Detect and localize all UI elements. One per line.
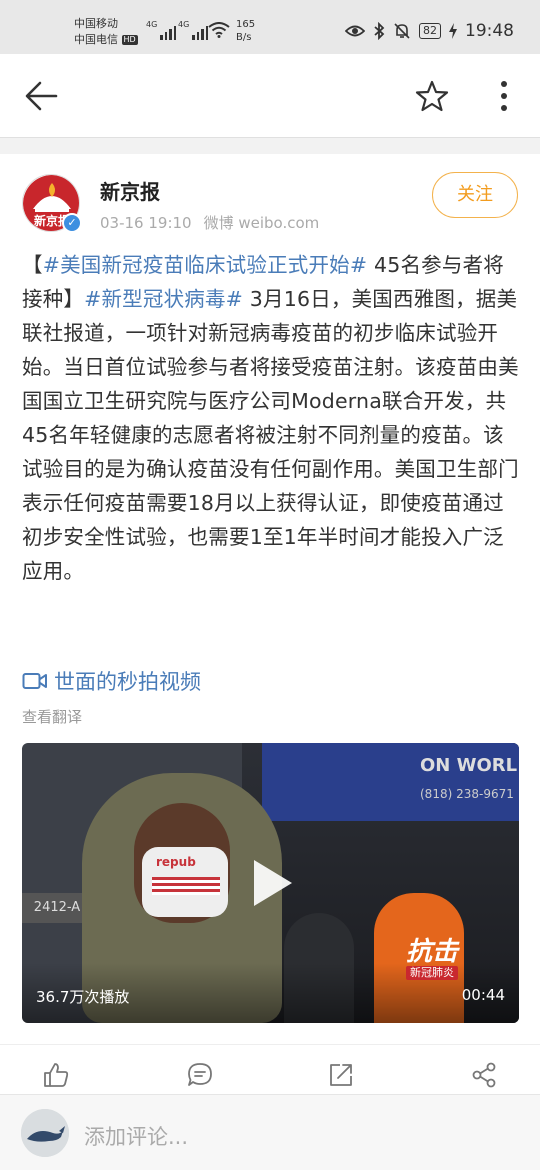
video-mask-text: repub	[156, 855, 196, 869]
brand-title: 抗击	[406, 937, 459, 967]
whale-avatar-icon	[21, 1109, 69, 1157]
eye-icon	[345, 25, 365, 37]
speed-value: 165	[236, 19, 256, 30]
carrier-info: 中国移动 中国电信 HD	[74, 16, 138, 48]
battery-icon: 82	[419, 23, 441, 39]
video-link[interactable]: 世面的秒拍视频	[22, 666, 201, 696]
network-speed: 165 B/s	[236, 18, 255, 44]
video-camera-icon	[22, 673, 47, 689]
video-brand-watermark: 抗击 新冠肺炎	[406, 937, 459, 980]
more-vertical-icon[interactable]	[490, 78, 518, 114]
back-arrow-icon[interactable]	[22, 78, 62, 114]
post-meta: 03-16 19:10 微博 weibo.com	[100, 212, 319, 233]
bracket-open: 【	[22, 253, 43, 277]
mute-icon	[394, 23, 410, 39]
speed-unit: B/s	[236, 32, 252, 43]
comment-input[interactable]: 添加评论...	[84, 1121, 188, 1151]
video-player[interactable]: ON WORL (818) 238-9671 2412-A repub 抗击 新…	[22, 743, 519, 1023]
comment-bar: 添加评论...	[0, 1094, 540, 1170]
post-actions	[0, 1044, 540, 1094]
topic-link-coronavirus[interactable]: #新型冠状病毒#	[84, 287, 243, 311]
signal-icon: 4G	[146, 20, 177, 40]
network-type-2: 4G	[178, 20, 190, 29]
weibo-post-card: 新京报 ✓ 新京报 03-16 19:10 微博 weibo.com 关注 【#美…	[0, 154, 540, 1094]
hd-badge: HD	[121, 35, 138, 45]
video-duration: 00:44	[461, 986, 505, 1004]
user-avatar[interactable]	[21, 1109, 69, 1157]
like-icon[interactable]	[42, 1061, 70, 1089]
wifi-icon	[208, 22, 230, 38]
post-text-part-2: 3月16日，美国西雅图，据美联社报道，一项针对新冠病毒疫苗的初步临床试验开始。当…	[22, 287, 519, 583]
brand-subtitle: 新冠肺炎	[406, 966, 459, 980]
repost-icon[interactable]	[327, 1061, 355, 1089]
status-bar: 中国移动 中国电信 HD 4G 4G 165 B/s 82 19:48	[0, 0, 540, 54]
video-awning-text: ON WORL	[420, 755, 518, 776]
status-right: 82 19:48	[345, 21, 514, 41]
bluetooth-icon	[374, 22, 385, 40]
share-icon[interactable]	[470, 1061, 498, 1089]
video-awning-phone: (818) 238-9671	[420, 787, 514, 801]
translate-link[interactable]: 查看翻译	[22, 706, 82, 727]
carrier-1: 中国移动	[74, 17, 118, 30]
video-link-label: 世面的秒拍视频	[54, 670, 201, 694]
top-nav-bar	[0, 54, 540, 138]
star-icon[interactable]	[414, 78, 450, 114]
clock: 19:48	[465, 21, 514, 41]
play-icon[interactable]	[254, 860, 292, 906]
verified-badge-icon: ✓	[62, 213, 82, 233]
author-name[interactable]: 新京报	[100, 176, 160, 205]
comment-icon[interactable]	[186, 1061, 214, 1089]
network-type-1: 4G	[146, 20, 158, 29]
topic-link-vaccine-trial[interactable]: #美国新冠疫苗临床试验正式开始#	[43, 253, 368, 277]
post-source: 微博 weibo.com	[203, 214, 320, 232]
charging-icon	[449, 23, 457, 39]
follow-button[interactable]: 关注	[432, 172, 518, 218]
play-count: 36.7万次播放	[36, 988, 130, 1006]
video-frame-mask-stripes	[152, 877, 220, 895]
post-text: 【#美国新冠疫苗临床试验正式开始# 45名参与者将接种】#新型冠状病毒# 3月1…	[22, 248, 520, 588]
signal-icon: 4G	[178, 20, 209, 40]
post-time: 03-16 19:10	[100, 214, 192, 232]
carrier-2: 中国电信	[74, 33, 118, 46]
